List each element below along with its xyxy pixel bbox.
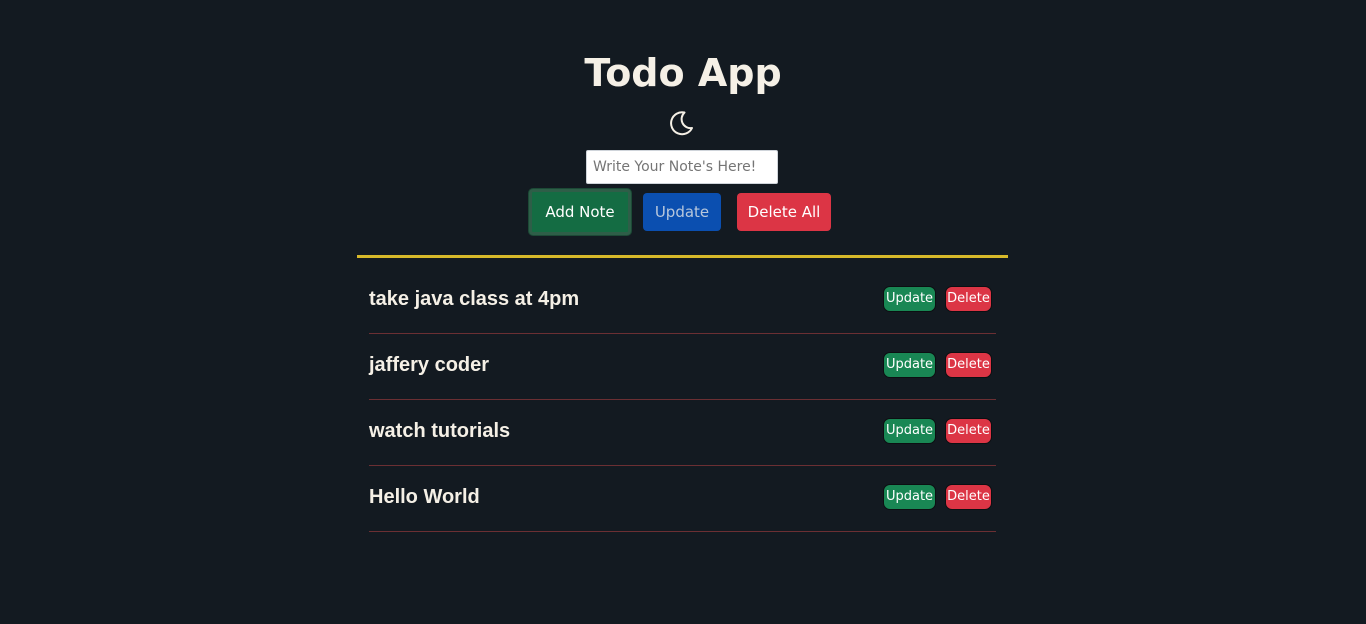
update-button[interactable]: Update [643, 193, 721, 231]
note-delete-button[interactable]: Delete [945, 352, 992, 378]
note-item: Hello World Update Delete [369, 466, 996, 532]
delete-all-button[interactable]: Delete All [737, 193, 831, 231]
note-delete-button[interactable]: Delete [945, 484, 992, 510]
note-update-button[interactable]: Update [883, 352, 936, 378]
add-note-button[interactable]: Add Note [529, 189, 631, 235]
note-update-button[interactable]: Update [883, 484, 936, 510]
note-delete-button[interactable]: Delete [945, 418, 992, 444]
divider [357, 255, 1008, 258]
note-input[interactable] [586, 150, 778, 184]
todo-page: Todo App Add Note Update Delete All take… [0, 0, 1366, 624]
note-text: jaffery coder [369, 354, 490, 376]
note-item: jaffery coder Update Delete [369, 334, 996, 400]
note-text: watch tutorials [369, 420, 511, 442]
note-item: take java class at 4pm Update Delete [369, 268, 996, 334]
note-text: take java class at 4pm [369, 288, 580, 310]
note-item: watch tutorials Update Delete [369, 400, 996, 466]
note-delete-button[interactable]: Delete [945, 286, 992, 312]
notes-list: take java class at 4pm Update Delete jaf… [369, 268, 996, 532]
note-text: Hello World [369, 486, 480, 508]
page-title: Todo App [584, 51, 782, 95]
moon-icon[interactable] [666, 108, 696, 138]
note-update-button[interactable]: Update [883, 286, 936, 312]
note-update-button[interactable]: Update [883, 418, 936, 444]
